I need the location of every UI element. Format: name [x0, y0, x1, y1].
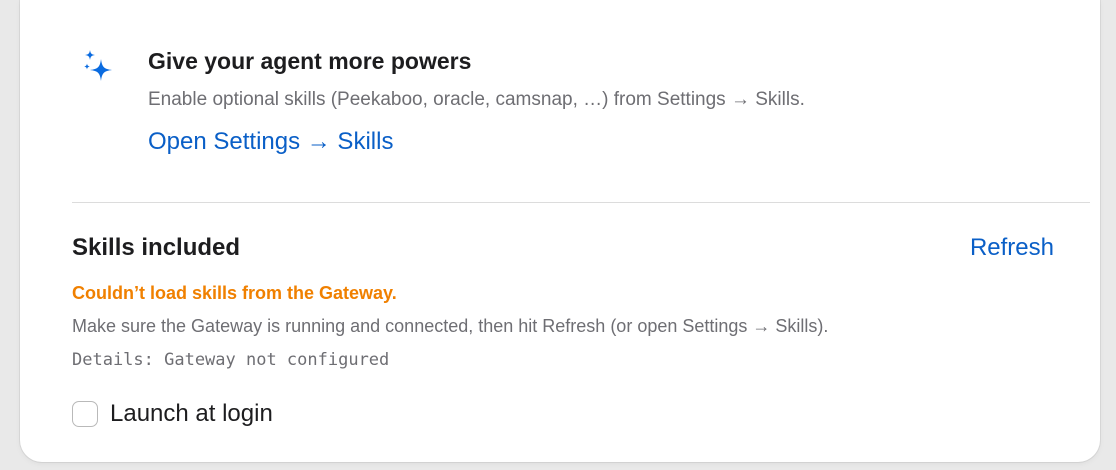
sparkles-icon	[84, 50, 112, 81]
open-skills-settings-link[interactable]: Open Settings → Skills	[148, 128, 393, 156]
skills-help-text: Make sure the Gateway is running and con…	[72, 316, 829, 336]
refresh-button[interactable]: Refresh	[970, 234, 1054, 262]
promo-title: Give your agent more powers	[148, 48, 472, 74]
section-divider	[72, 202, 1090, 203]
promo-subtitle: Enable optional skills (Peekaboo, oracle…	[148, 89, 805, 110]
launch-at-login-label[interactable]: Launch at login	[110, 400, 273, 428]
skills-error-details: Details: Gateway not configured	[72, 350, 390, 370]
skills-error-message: Couldn’t load skills from the Gateway.	[72, 283, 397, 303]
skills-section-title: Skills included	[72, 234, 241, 261]
onboarding-card: Give your agent more powers Enable optio…	[20, 0, 1100, 462]
launch-at-login-checkbox[interactable]	[72, 401, 98, 427]
